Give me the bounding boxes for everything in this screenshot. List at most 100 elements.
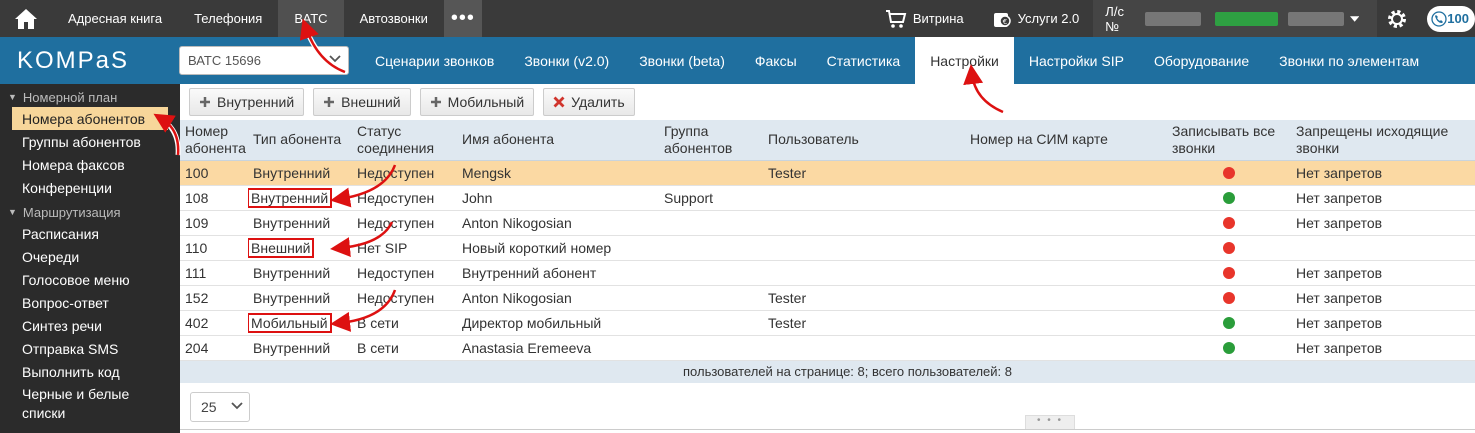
record-off-indicator bbox=[1223, 166, 1235, 179]
cell-restrict: Нет запретов bbox=[1291, 310, 1465, 336]
page-size-select[interactable]: 25 bbox=[190, 392, 250, 422]
col-header-user[interactable]: Пользователь bbox=[763, 120, 965, 161]
col-header-more[interactable] bbox=[1465, 120, 1475, 161]
sidebar-item-subscriber-numbers[interactable]: Номера абонентов bbox=[12, 107, 168, 130]
cell-record bbox=[1167, 260, 1291, 286]
col-header-restrict[interactable]: Запрещены исходящие звонки bbox=[1291, 120, 1465, 161]
sidebar: ▼ Номерной план Номера абонентов Группы а… bbox=[0, 84, 180, 433]
tab-statistics[interactable]: Статистика bbox=[812, 37, 916, 84]
table-row[interactable]: 111 Внутренний Недоступен Внутренний абонен… bbox=[180, 260, 1475, 286]
more-menu-button[interactable]: ••• bbox=[443, 0, 482, 37]
main-content: Внутренний Внешний Мобильный Удалить Ном… bbox=[180, 84, 1475, 433]
balance-badge[interactable]: 100 bbox=[1427, 5, 1475, 32]
tab-settings[interactable]: Настройки bbox=[915, 37, 1014, 84]
cell-group: Support bbox=[659, 185, 763, 211]
cell-text: Нет запретов bbox=[1296, 164, 1383, 181]
sidebar-item-subscriber-groups[interactable]: Группы абонентов bbox=[0, 130, 180, 153]
sidebar-item-fax-numbers[interactable]: Номера факсов bbox=[0, 153, 180, 176]
table-row[interactable]: 402 Мобильный В сети Директор мобильный Test… bbox=[180, 310, 1475, 336]
topnav-autocalls[interactable]: Автозвонки bbox=[344, 0, 444, 37]
sidebar-item-voice-menu[interactable]: Голосовое меню bbox=[0, 268, 180, 291]
cell-text: 111 bbox=[185, 264, 207, 281]
sidebar-item-question-answer[interactable]: Вопрос-ответ bbox=[0, 291, 180, 314]
settings-button[interactable] bbox=[1377, 0, 1423, 37]
sidebar-section-number-plan[interactable]: ▼ Номерной план bbox=[0, 84, 180, 107]
cell-text: Нет запретов bbox=[1296, 189, 1383, 206]
account-number-redacted bbox=[1145, 11, 1201, 26]
table-row[interactable]: 110 Внешний Нет SIP Новый короткий номер bbox=[180, 235, 1475, 261]
cell-group bbox=[659, 260, 763, 286]
topnav-address-book[interactable]: Адресная книга bbox=[52, 0, 178, 37]
tab-calls-by-elements[interactable]: Звонки по элементам bbox=[1264, 37, 1434, 84]
col-header-sim[interactable]: Номер на СИМ карте bbox=[965, 120, 1167, 161]
sidebar-item-execute-code[interactable]: Выполнить код bbox=[0, 360, 180, 383]
col-header-record[interactable]: Записывать все звонки bbox=[1167, 120, 1291, 161]
cell-restrict: Нет запретов bbox=[1291, 285, 1465, 311]
tab-call-scenarios[interactable]: Сценарии звонков bbox=[360, 37, 509, 84]
col-header-name[interactable]: Имя абонента bbox=[457, 120, 659, 161]
tab-equipment[interactable]: Оборудование bbox=[1139, 37, 1264, 84]
add-mobile-button[interactable]: Мобильный bbox=[419, 88, 535, 116]
sidebar-item-schedules[interactable]: Расписания bbox=[0, 222, 180, 245]
phone-icon bbox=[1431, 10, 1447, 27]
table-row[interactable]: 108 Внутренний Недоступен John Support Нет за… bbox=[180, 185, 1475, 211]
cell-text: Внутренний абонент bbox=[462, 264, 597, 281]
tab-sip-settings[interactable]: Настройки SIP bbox=[1014, 37, 1139, 84]
col-header-status[interactable]: Статус соединения bbox=[352, 120, 457, 161]
services-link[interactable]: € Услуги 2.0 bbox=[978, 0, 1094, 37]
col-header-type[interactable]: Тип абонента bbox=[248, 120, 352, 161]
delete-button[interactable]: Удалить bbox=[543, 88, 635, 116]
cell-number: 108 bbox=[180, 185, 248, 211]
settings-tabs: Сценарии звонков Звонки (v2.0) Звонки (b… bbox=[360, 37, 1434, 84]
add-external-button[interactable]: Внешний bbox=[313, 88, 411, 116]
cell-record bbox=[1167, 335, 1291, 361]
home-button[interactable] bbox=[0, 0, 52, 37]
topnav-telephony[interactable]: Телефония bbox=[178, 0, 278, 37]
cell-status: В сети bbox=[352, 310, 457, 336]
vitrina-link[interactable]: Витрина bbox=[871, 0, 978, 37]
cell-status: Недоступен bbox=[352, 185, 457, 211]
cell-user: Tester bbox=[763, 160, 965, 186]
sidebar-item-send-sms[interactable]: Отправка SMS bbox=[0, 337, 180, 360]
sidebar-item-conferences[interactable]: Конференции bbox=[0, 176, 180, 199]
cell-user bbox=[763, 335, 965, 361]
cell-text: В сети bbox=[357, 314, 399, 331]
sidebar-item-black-white-lists[interactable]: Черные и белые списки bbox=[0, 383, 140, 423]
cell-user bbox=[763, 235, 965, 261]
tab-calls-beta[interactable]: Звонки (beta) bbox=[624, 37, 740, 84]
cart-icon bbox=[885, 9, 907, 28]
cell-user: Tester bbox=[763, 285, 965, 311]
tab-faxes[interactable]: Факсы bbox=[740, 37, 812, 84]
sidebar-section-routing[interactable]: ▼ Маршрутизация bbox=[0, 199, 180, 222]
tab-calls-v2[interactable]: Звонки (v2.0) bbox=[509, 37, 624, 84]
cell-text: 109 bbox=[185, 214, 209, 231]
cell-more bbox=[1465, 335, 1475, 361]
cell-group bbox=[659, 310, 763, 336]
col-header-number[interactable]: Номер абонента bbox=[180, 120, 248, 161]
table-row[interactable]: 109 Внутренний Недоступен Anton Nikogosian Н… bbox=[180, 210, 1475, 236]
cell-more bbox=[1465, 260, 1475, 286]
add-internal-button[interactable]: Внутренний bbox=[189, 88, 305, 116]
table-row[interactable]: 100 Внутренний Недоступен Mengsk Tester Нет з… bbox=[180, 160, 1475, 186]
cell-text: Внутренний bbox=[253, 264, 331, 281]
table-row[interactable]: 204 Внутренний В сети Anastasia Eremeeva Нет… bbox=[180, 335, 1475, 361]
cell-record bbox=[1167, 210, 1291, 236]
resize-handle[interactable]: • • • bbox=[1025, 415, 1075, 429]
cell-type: Мобильный bbox=[248, 310, 352, 336]
cell-sim bbox=[965, 210, 1167, 236]
cell-record bbox=[1167, 160, 1291, 186]
sidebar-item-queues[interactable]: Очереди bbox=[0, 245, 180, 268]
cell-more bbox=[1465, 285, 1475, 311]
record-off-indicator bbox=[1223, 241, 1235, 254]
table-row[interactable]: 152 Внутренний Недоступен Anton Nikogosian T… bbox=[180, 285, 1475, 311]
topnav-vats[interactable]: ВАТС bbox=[278, 0, 344, 37]
sidebar-item-speech-synthesis[interactable]: Синтез речи bbox=[0, 314, 180, 337]
cell-group bbox=[659, 160, 763, 186]
account-label: Л/с № bbox=[1105, 3, 1124, 34]
sidebar-section-label: Номерной план bbox=[22, 89, 118, 105]
vitrina-label: Витрина bbox=[912, 11, 964, 26]
account-dropdown[interactable]: Л/с № bbox=[1093, 0, 1378, 37]
col-header-group[interactable]: Группа абонентов bbox=[659, 120, 763, 161]
vats-select[interactable]: ВАТС 15696 bbox=[179, 46, 349, 75]
cell-text: Внутренний bbox=[248, 187, 333, 208]
